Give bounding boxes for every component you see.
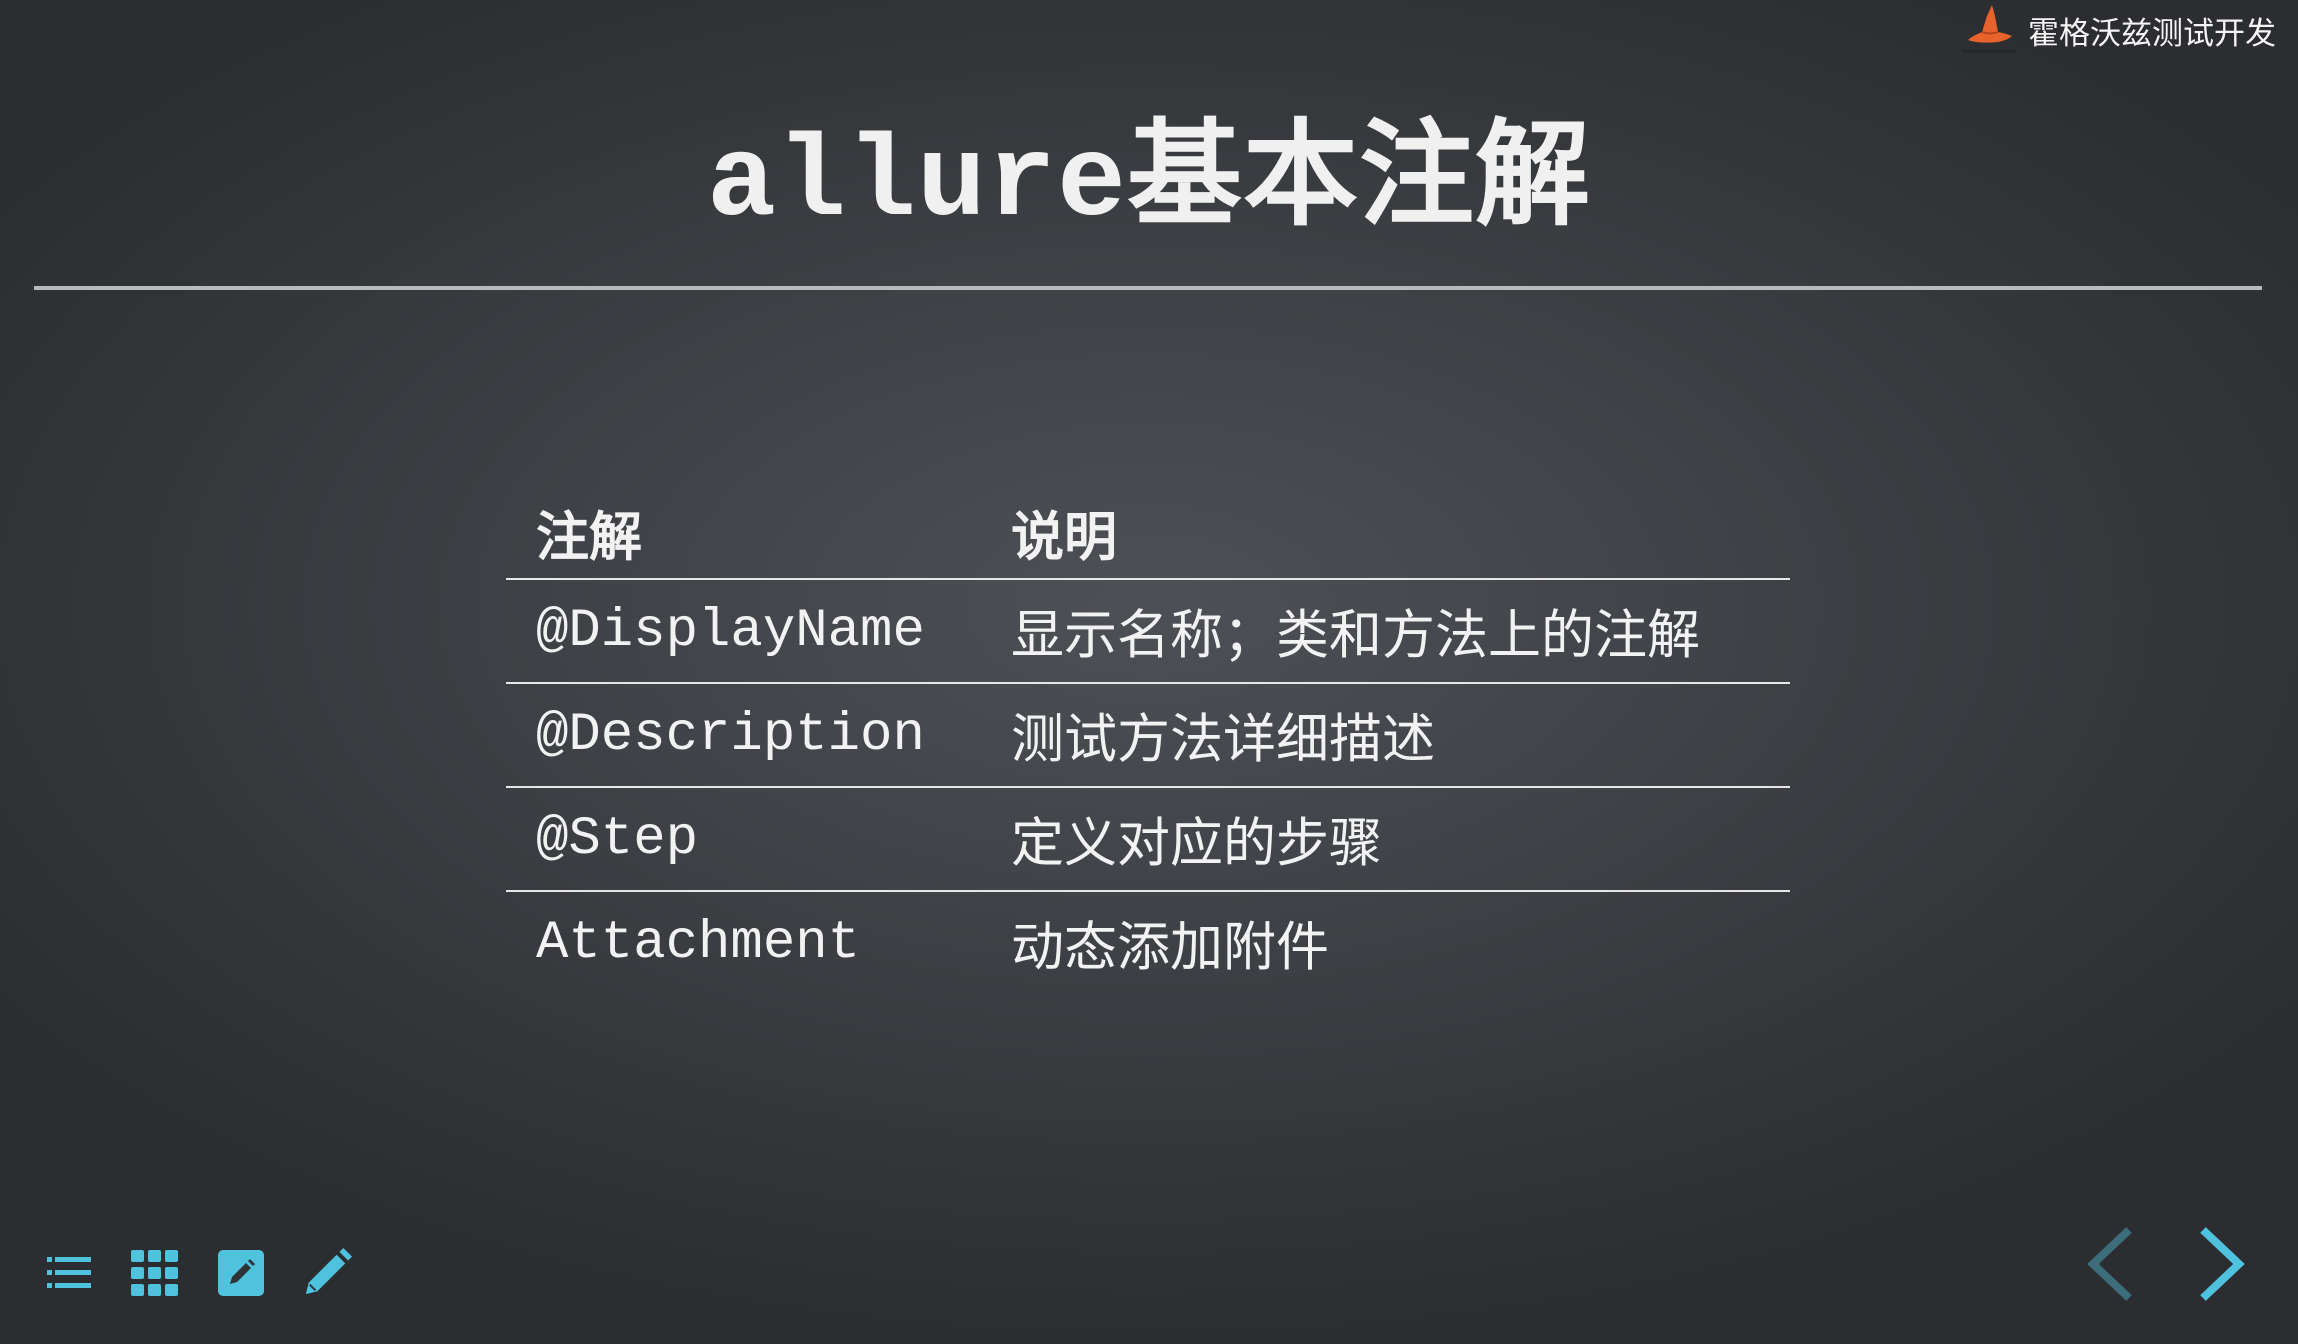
title-area: allure基本注解 [0, 100, 2298, 250]
pencil-icon [305, 1248, 352, 1295]
annotation-table: 注解 说明 @DisplayName 显示名称；类和方法上的注解 @Descri… [506, 488, 1790, 994]
menu-icon [47, 1257, 91, 1288]
slide-title-mono: allure [706, 118, 1128, 249]
next-slide-button[interactable] [2186, 1224, 2258, 1304]
table-row: @Description 测试方法详细描述 [506, 683, 1790, 788]
edit-box-icon [218, 1250, 264, 1296]
chevron-left-icon [2087, 1227, 2132, 1301]
table-row: Attachment 动态添加附件 [506, 891, 1790, 994]
annotation-cell: @Description [506, 683, 981, 788]
annotate-button[interactable] [302, 1248, 352, 1298]
table-row: @Step 定义对应的步骤 [506, 787, 1790, 892]
chevron-right-icon [2200, 1227, 2245, 1301]
menu-button[interactable] [44, 1248, 94, 1298]
edit-button[interactable] [216, 1248, 266, 1298]
annotation-cell: Attachment [536, 912, 861, 974]
brand-name: 霍格沃兹测试开发 [2028, 15, 2276, 52]
table-header-row: 注解 说明 [506, 488, 1790, 580]
table-row: @DisplayName 显示名称；类和方法上的注解 [506, 579, 1790, 684]
description-cell: 定义对应的步骤 [981, 787, 1790, 892]
slide-toolbar [44, 1248, 352, 1298]
description-cell: 动态添加附件 [1011, 917, 1329, 978]
annotation-cell: @Step [506, 787, 981, 892]
grid-icon [131, 1250, 178, 1296]
title-divider [34, 286, 2262, 290]
annotation-cell: @DisplayName [506, 579, 981, 684]
slide-title-cjk: 基本注解 [1127, 108, 1592, 242]
brand: 霍格沃兹测试开发 [1958, 0, 2276, 60]
slide-navigation [2074, 1224, 2258, 1304]
description-cell: 测试方法详细描述 [981, 683, 1790, 788]
column-header-description: 说明 [981, 488, 1790, 580]
slide-title: allure基本注解 [707, 100, 1591, 259]
overview-grid-button[interactable] [130, 1248, 180, 1298]
description-cell: 显示名称；类和方法上的注解 [981, 579, 1790, 684]
column-header-annotation: 注解 [506, 488, 981, 580]
prev-slide-button[interactable] [2074, 1224, 2146, 1304]
wizard-hat-logo-icon [1958, 2, 2020, 58]
